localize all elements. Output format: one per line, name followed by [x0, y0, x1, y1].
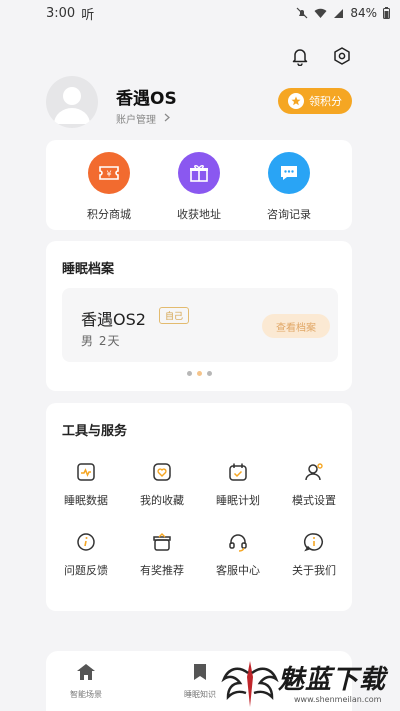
chat-bubble-icon [268, 152, 310, 194]
home-icon [76, 663, 96, 685]
status-carrier: 听 [81, 7, 95, 23]
user-settings-icon [303, 461, 325, 483]
status-time: 3:00 [46, 5, 76, 21]
info-circle-icon [75, 531, 97, 553]
claim-points-button[interactable]: 领积分 [278, 88, 352, 114]
top-actions [288, 44, 354, 68]
watermark-logo: 魅蓝下载 www.shenmeilan.com [220, 655, 390, 711]
view-profile-button[interactable]: 查看档案 [262, 314, 330, 338]
account-link-label: 账户管理 [116, 115, 156, 126]
tool-label: 睡眠数据 [64, 494, 108, 507]
profile-header: 香遇OS 账户管理 领积分 [46, 76, 352, 130]
tab-label: 睡眠知识 [184, 690, 216, 699]
mute-icon [296, 7, 308, 19]
carousel-indicator [46, 371, 352, 376]
watermark-text: 魅蓝下载 [278, 665, 387, 695]
status-left: 3:00 听 [46, 4, 94, 23]
battery-percent: 84% [350, 6, 377, 20]
tool-label: 睡眠计划 [216, 494, 260, 507]
tool-about-us[interactable]: 关于我们 [276, 531, 352, 578]
tool-label: 关于我们 [292, 564, 336, 577]
tool-sleep-data[interactable]: 睡眠数据 [48, 461, 124, 508]
favorite-heart-icon [151, 461, 173, 483]
gift-icon [178, 152, 220, 194]
tool-favorites[interactable]: 我的收藏 [124, 461, 200, 508]
sleep-data-icon [75, 461, 97, 483]
dragon-logo-icon [221, 661, 279, 707]
star-icon [288, 93, 304, 109]
ticket-yen-icon: ¥ [88, 152, 130, 194]
tool-label: 模式设置 [292, 494, 336, 507]
tool-label: 问题反馈 [64, 564, 108, 577]
quick-action-label: 积分商城 [87, 208, 131, 221]
carousel-dot[interactable] [206, 371, 212, 376]
quick-actions-card: ¥ 积分商城 收获地址 咨询记录 [46, 140, 352, 230]
tools-section-title: 工具与服务 [62, 424, 128, 439]
carousel-dot[interactable] [186, 371, 192, 376]
tool-label: 我的收藏 [140, 494, 184, 507]
sleep-section-title: 睡眠档案 [62, 262, 115, 277]
tab-smart-scenes[interactable]: 智能场景 [48, 663, 124, 700]
bell-icon[interactable] [288, 44, 312, 68]
svg-text:¥: ¥ [106, 170, 111, 179]
avatar[interactable] [46, 76, 98, 128]
status-right: 84% [296, 6, 390, 20]
watermark-url: www.shenmeilan.com [294, 695, 382, 704]
signal-icon [333, 8, 344, 19]
self-badge: 自己 [159, 307, 190, 324]
bookmark-icon [192, 663, 208, 685]
carousel-dot-active[interactable] [196, 371, 202, 376]
tool-mode-settings[interactable]: 模式设置 [276, 461, 352, 508]
sleep-profile-meta: 男 2天 [81, 334, 121, 348]
chevron-right-icon [164, 113, 170, 125]
quick-action-points-mall[interactable]: ¥ 积分商城 [69, 152, 149, 222]
quick-action-address[interactable]: 收获地址 [159, 152, 239, 222]
tool-label: 有奖推荐 [140, 564, 184, 577]
sleep-profile-name: 香遇OS2 [81, 310, 146, 329]
tool-label: 客服中心 [216, 564, 260, 577]
gift-box-icon [151, 531, 173, 553]
claim-points-label: 领积分 [309, 95, 342, 108]
headset-icon [227, 531, 249, 553]
account-management-link[interactable]: 账户管理 [116, 111, 170, 126]
wifi-icon [314, 8, 327, 19]
status-bar: 3:00 听 84% [0, 0, 400, 26]
quick-action-label: 咨询记录 [267, 208, 311, 221]
quick-action-consult-records[interactable]: 咨询记录 [249, 152, 329, 222]
tool-referral-rewards[interactable]: 有奖推荐 [124, 531, 200, 578]
calendar-check-icon [227, 461, 249, 483]
tools-services-card: 工具与服务 睡眠数据 我的收藏 睡眠计划 模式设置 问题反馈 有奖推荐 客服中心… [46, 403, 352, 611]
profile-name: 香遇OS [116, 89, 177, 109]
battery-icon [383, 7, 390, 19]
tool-feedback[interactable]: 问题反馈 [48, 531, 124, 578]
sleep-profile-item[interactable]: 香遇OS2 自己 男 2天 查看档案 [62, 288, 338, 362]
hexagon-gear-icon[interactable] [330, 44, 354, 68]
quick-action-label: 收获地址 [177, 208, 221, 221]
tool-sleep-plan[interactable]: 睡眠计划 [200, 461, 276, 508]
tab-label: 智能场景 [70, 690, 102, 699]
about-info-icon [303, 531, 325, 553]
sleep-profile-card: 睡眠档案 香遇OS2 自己 男 2天 查看档案 [46, 241, 352, 391]
tool-customer-service[interactable]: 客服中心 [200, 531, 276, 578]
